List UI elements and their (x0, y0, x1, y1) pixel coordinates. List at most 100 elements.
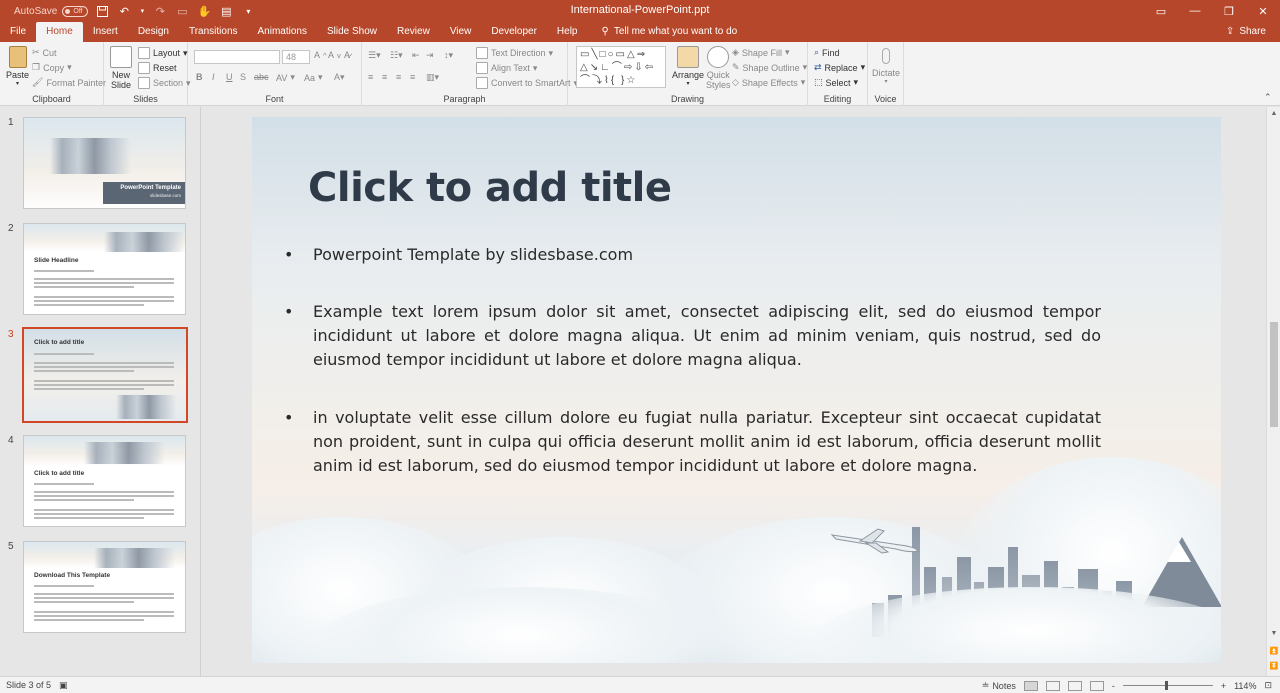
zoom-slider[interactable] (1122, 681, 1213, 690)
tab-insert[interactable]: Insert (83, 22, 128, 42)
close-icon[interactable]: ✕ (1246, 0, 1280, 22)
strikethrough-button[interactable]: abc (254, 72, 269, 82)
next-slide-icon[interactable]: ⏬ (1267, 660, 1280, 674)
numbering-icon[interactable]: ☷▾ (390, 50, 403, 61)
tab-file[interactable]: File (0, 22, 36, 42)
new-slide-button[interactable]: New Slide (110, 46, 132, 90)
autosave-control[interactable]: AutoSave Off (14, 5, 89, 17)
clear-formatting-icon[interactable]: A̷ (344, 50, 350, 60)
tab-help[interactable]: Help (547, 22, 588, 42)
decrease-indent-icon[interactable]: ⇤ (412, 50, 420, 61)
paste-button[interactable]: Paste ▾ (6, 46, 29, 87)
replace-button[interactable]: ⇄ Replace ▾ (814, 62, 865, 73)
scroll-up-icon[interactable]: ▲ (1267, 107, 1280, 121)
font-color-icon[interactable]: A▾ (334, 72, 345, 83)
select-button[interactable]: ⬚ Select ▾ (814, 77, 858, 88)
arrange-button[interactable]: Arrange ▾ (672, 46, 704, 87)
dictate-button[interactable]: Dictate ▾ (872, 46, 900, 85)
tab-design[interactable]: Design (128, 22, 179, 42)
tab-review[interactable]: Review (387, 22, 440, 42)
slide-thumbnail-2[interactable]: Slide Headline (23, 223, 186, 315)
slide-thumbnail-4[interactable]: Click to add title (23, 435, 186, 527)
font-size-input[interactable]: 48 (282, 50, 310, 64)
reset-button[interactable]: Reset (138, 62, 177, 74)
columns-icon[interactable]: ▥▾ (426, 72, 439, 83)
slide-body-placeholder[interactable]: Powerpoint Template by slidesbase.com Ex… (284, 243, 1101, 478)
font-name-input[interactable] (194, 50, 280, 64)
slide-thumbnail-5[interactable]: Download This Template (23, 541, 186, 633)
notes-label: Notes (992, 680, 1016, 691)
increase-indent-icon[interactable]: ⇥ (426, 50, 434, 61)
slide-title-placeholder[interactable]: Click to add title (308, 165, 672, 211)
slide-canvas[interactable]: Click to add title Powerpoint Template b… (252, 117, 1221, 663)
text-direction-button[interactable]: Text Direction ▾ (476, 47, 553, 59)
fit-to-window-icon[interactable]: ⊡ (1264, 680, 1272, 691)
tell-me-search[interactable]: ⚲ Tell me what you want to do (601, 22, 737, 42)
minimize-icon[interactable]: — (1178, 0, 1212, 22)
customize-toolbar-icon[interactable]: ▾ (240, 3, 256, 19)
zoom-level[interactable]: 114% (1234, 681, 1256, 691)
redo-icon[interactable]: ↷ (152, 3, 168, 19)
change-case-button[interactable]: Aa ▾ (304, 72, 323, 83)
justify-icon[interactable]: ≡ (410, 72, 415, 82)
shapes-gallery[interactable]: ▭╲□○▭△⇒ △↘∟⌒⇨⇩⇦ ⌒⤵⌇{ }☆ (576, 46, 666, 88)
format-painter-button[interactable]: 🖌 Format Painter (32, 77, 106, 88)
scroll-thumb[interactable] (1270, 322, 1278, 427)
align-left-icon[interactable]: ≡ (368, 72, 373, 82)
bullets-icon[interactable]: ☰▾ (368, 50, 381, 61)
align-center-icon[interactable]: ≡ (382, 72, 387, 82)
notes-button[interactable]: ≐ Notes (982, 680, 1016, 691)
layout-button[interactable]: Layout ▾ (138, 47, 188, 59)
copy-button[interactable]: ❐ Copy ▾ (32, 62, 72, 73)
zoom-out-button[interactable]: - (1112, 681, 1115, 691)
italic-button[interactable]: I (212, 72, 215, 82)
slide-show-view-icon[interactable] (1089, 680, 1104, 691)
spell-check-icon[interactable]: ▣ (59, 680, 68, 691)
tab-home[interactable]: Home (36, 22, 83, 42)
section-label: Section (153, 78, 184, 88)
quick-styles-button[interactable]: Quick Styles (706, 46, 731, 90)
present-from-beginning-icon[interactable]: ▭ (174, 3, 190, 19)
vertical-scrollbar[interactable]: ▲ ▼ ⏫ ⏬ (1266, 107, 1280, 676)
tab-view[interactable]: View (440, 22, 482, 42)
tab-developer[interactable]: Developer (481, 22, 547, 42)
align-right-icon[interactable]: ≡ (396, 72, 401, 82)
undo-icon[interactable]: ↶ (116, 3, 132, 19)
slide-thumbnail-1[interactable]: PowerPoint Template slidesbase.com (23, 117, 186, 209)
tab-slide-show[interactable]: Slide Show (317, 22, 387, 42)
tab-animations[interactable]: Animations (248, 22, 317, 42)
shadow-button[interactable]: S (240, 72, 246, 82)
ribbon-display-options-icon[interactable]: ▭ (1144, 0, 1178, 22)
underline-button[interactable]: U (226, 72, 233, 82)
cut-button[interactable]: ✂ Cut (32, 47, 57, 58)
start-from-beginning-icon[interactable]: ▤ (218, 3, 234, 19)
touch-mode-icon[interactable]: ✋ (196, 3, 212, 19)
slide-sorter-view-icon[interactable] (1045, 680, 1060, 691)
character-spacing-button[interactable]: AV ▾ (276, 72, 295, 83)
reset-icon (138, 62, 150, 74)
previous-slide-icon[interactable]: ⏫ (1267, 645, 1280, 659)
autosave-toggle[interactable]: Off (62, 5, 89, 17)
normal-view-icon[interactable] (1023, 680, 1038, 691)
maximize-icon[interactable]: ❐ (1212, 0, 1246, 22)
shape-outline-button[interactable]: ✎ Shape Outline ▾ (732, 62, 807, 73)
save-icon[interactable] (94, 3, 110, 19)
decrease-font-icon[interactable]: Av (328, 50, 341, 60)
shape-fill-button[interactable]: ◈ Shape Fill ▾ (732, 47, 789, 58)
zoom-in-button[interactable]: + (1221, 681, 1226, 691)
line-spacing-icon[interactable]: ↕▾ (444, 50, 453, 61)
convert-smartart-button[interactable]: Convert to SmartArt▾ (476, 77, 578, 89)
undo-dropdown-icon[interactable]: ▾ (138, 3, 146, 19)
collapse-ribbon-icon[interactable]: ⌃ (1264, 92, 1272, 103)
reading-view-icon[interactable] (1067, 680, 1082, 691)
increase-font-icon[interactable]: A ^ (314, 50, 327, 60)
find-button[interactable]: ⌕ Find (814, 47, 840, 58)
slide-thumbnail-3[interactable]: Click to add title (22, 327, 188, 423)
tab-transitions[interactable]: Transitions (179, 22, 248, 42)
share-button[interactable]: ⇪ Share (1226, 22, 1266, 42)
align-text-button[interactable]: Align Text ▾ (476, 62, 537, 74)
shape-effects-button[interactable]: ◇ Shape Effects ▾ (732, 77, 805, 88)
scroll-down-icon[interactable]: ▼ (1267, 627, 1280, 641)
bold-button[interactable]: B (196, 72, 203, 82)
section-button[interactable]: Section ▾ (138, 77, 191, 89)
